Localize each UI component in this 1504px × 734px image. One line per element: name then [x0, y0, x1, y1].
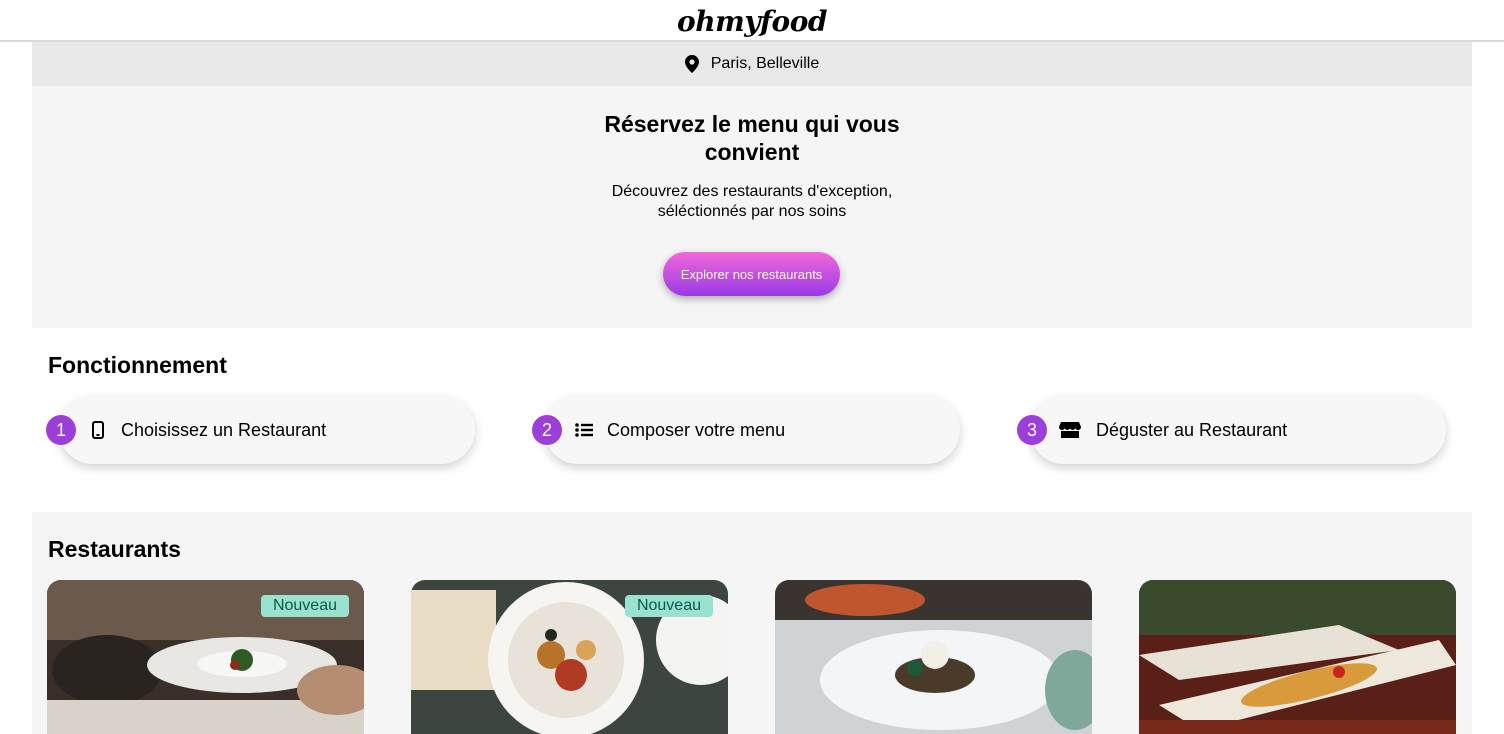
step-number: 2 — [532, 415, 562, 445]
store-icon — [1059, 419, 1081, 441]
map-pin-icon — [684, 55, 699, 73]
explore-restaurants-button[interactable]: Explorer nos restaurants — [663, 252, 840, 296]
restaurants-title: Restaurants — [48, 536, 181, 562]
new-badge: Nouveau — [260, 595, 349, 617]
step-3: Déguster au Restaurant — [1030, 396, 1446, 464]
step-number: 3 — [1017, 415, 1047, 445]
step-1: Choisissez un Restaurant — [59, 396, 475, 464]
step-label: Composer votre menu — [607, 419, 786, 440]
location-bar[interactable]: Paris, Belleville — [32, 42, 1472, 86]
restaurant-photo — [775, 580, 1092, 734]
restaurant-card[interactable] — [1139, 580, 1456, 734]
new-badge: Nouveau — [624, 595, 713, 617]
step-label: Choisissez un Restaurant — [121, 419, 327, 440]
hero-section: Réservez le menu qui vous convient Décou… — [32, 86, 1472, 328]
step-label: Déguster au Restaurant — [1096, 419, 1288, 440]
mobile-phone-icon — [87, 419, 109, 441]
logo[interactable]: ohmyfood — [677, 6, 827, 38]
location-text: Paris, Belleville — [710, 55, 820, 72]
site-header: ohmyfood — [0, 0, 1504, 42]
restaurant-photo — [1139, 580, 1456, 734]
how-it-works-title: Fonctionnement — [48, 352, 227, 378]
step-2: Composer votre menu — [544, 396, 960, 464]
restaurant-card[interactable]: Nouveau — [411, 580, 728, 734]
restaurant-card[interactable] — [775, 580, 1092, 734]
restaurant-card[interactable]: Nouveau — [47, 580, 364, 734]
step-number: 1 — [46, 415, 76, 445]
hero-subtitle: Découvrez des restaurants d'exception, s… — [611, 183, 893, 220]
hero-title: Réservez le menu qui vous convient — [604, 111, 900, 165]
list-icon — [573, 419, 595, 441]
